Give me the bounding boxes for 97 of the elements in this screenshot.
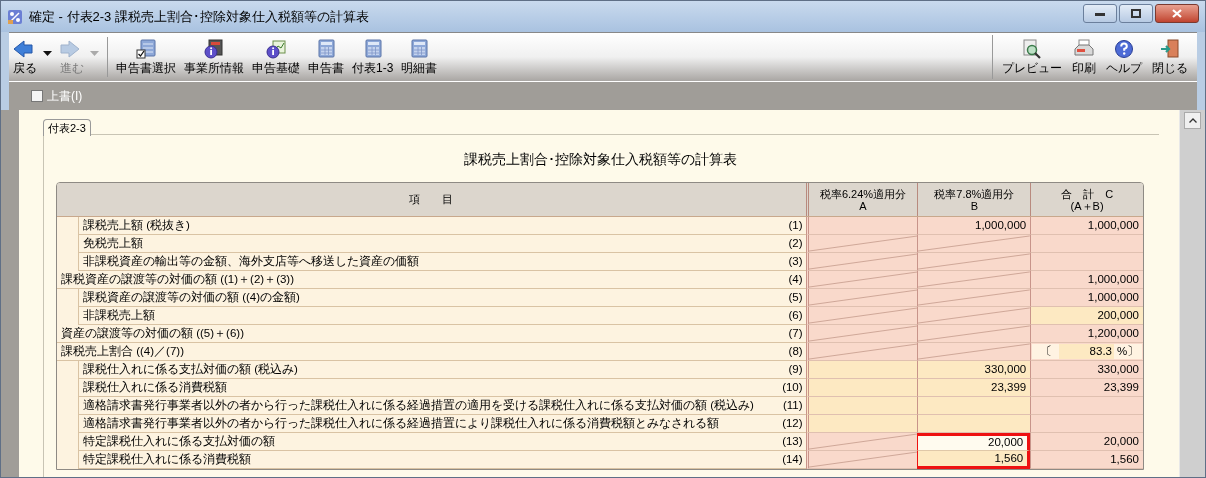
dropdown-caret-icon	[90, 50, 99, 56]
row-number: (5)	[775, 289, 806, 307]
amount-field[interactable]: 330,000	[917, 361, 1031, 379]
toolbar-button[interactable]: 閉じる	[1147, 33, 1193, 81]
info-chart-icon	[266, 39, 286, 59]
row-label: 課税資産の譲渡等の対価の額 ((4)の金額)	[79, 289, 776, 307]
row-number: (14)	[775, 451, 806, 469]
toolbar-button[interactable]: 事業所情報	[180, 33, 248, 81]
row-label: 課税売上割合 ((4)／(7))	[57, 343, 776, 361]
row-number: (2)	[775, 235, 806, 253]
total-cell: 1,000,000	[1030, 217, 1143, 235]
minimize-button[interactable]	[1083, 4, 1117, 23]
toolbar-button[interactable]: 印刷	[1067, 33, 1101, 81]
amount-field[interactable]: 200,000	[1030, 307, 1143, 325]
maximize-button[interactable]	[1119, 4, 1153, 23]
total-cell: 330,000	[1030, 361, 1143, 379]
amount-field[interactable]	[805, 361, 918, 379]
amount-field[interactable]: 23,399	[917, 379, 1031, 397]
printer-icon	[1074, 39, 1094, 59]
toolbar-button[interactable]: 申告書	[304, 33, 348, 81]
amount-field[interactable]	[805, 379, 918, 397]
total-cell: 23,399	[1030, 379, 1143, 397]
row-number: (4)	[775, 271, 806, 289]
total-cell: 1,000,000	[917, 217, 1031, 235]
amount-field[interactable]	[917, 415, 1031, 433]
toolbar-button[interactable]: 申告書選択	[112, 33, 180, 81]
row-number: (11)	[775, 397, 806, 415]
indent-margin	[57, 361, 79, 379]
row-label: 課税売上額 (税抜き)	[79, 217, 776, 235]
exit-door-icon	[1160, 39, 1180, 59]
bracket: 〔	[1032, 344, 1060, 359]
row-label: 適格請求書発行事業者以外の者から行った課税仕入れに係る経過措置の適用を受ける課税仕入れに係る支払対価の額 (税込み)	[79, 397, 776, 415]
total-cell: 1,560	[1030, 451, 1143, 469]
dropdown-caret-icon	[43, 50, 52, 56]
help-icon	[1114, 39, 1134, 59]
total-cell: 1,000,000	[1030, 271, 1143, 289]
calculator-sheet-icon	[362, 39, 383, 59]
minimize-icon	[1095, 11, 1105, 16]
column-header: 税率7.8%適用分 B	[917, 183, 1031, 216]
toolbar-button[interactable]: プレビュー	[997, 33, 1067, 81]
checkbox-label: 上書(I)	[47, 88, 83, 105]
toolbar-button[interactable]: 付表1-3	[348, 33, 398, 81]
row-label: 特定課税仕入れに係る支払対価の額	[79, 433, 776, 451]
row-number: (6)	[775, 307, 806, 325]
ratio-field[interactable]: 83.3	[1059, 344, 1114, 359]
amount-field[interactable]	[805, 397, 918, 415]
row-label: 適格請求書発行事業者以外の者から行った課税仕入れに係る経過措置により課税仕入れに係る消費税額とみなされる額	[79, 415, 776, 433]
row-label: 非課税資産の輸出等の金額、海外支店等へ移送した資産の価額	[79, 253, 776, 271]
row-number: (8)	[775, 343, 806, 361]
indent-margin	[57, 289, 79, 307]
total-cell: 1,200,000	[1030, 325, 1143, 343]
column-header: 項 目	[408, 192, 455, 208]
indent-margin	[57, 451, 79, 469]
row-number: (10)	[775, 379, 806, 397]
row-number: (12)	[775, 415, 806, 433]
caret-icon	[1188, 118, 1197, 123]
amount-field[interactable]: 20,000	[917, 433, 1031, 451]
column-header: 合 計 C (A＋B)	[1030, 183, 1143, 216]
row-label: 資産の譲渡等の対価の額 ((5)＋(6))	[57, 325, 776, 343]
amount-field[interactable]: 1,560	[917, 451, 1031, 469]
window-title: 確定 - 付表2-3 課税売上割合･控除対象仕入税額等の計算表	[29, 7, 369, 26]
row-number: (9)	[775, 361, 806, 379]
percent-label: %〕	[1114, 344, 1142, 359]
checkbox[interactable]	[31, 90, 43, 102]
maximize-icon	[1131, 9, 1141, 18]
row-number: (1)	[775, 217, 806, 235]
close-button[interactable]	[1155, 4, 1199, 23]
row-label: 免税売上額	[79, 235, 776, 253]
close-icon	[1172, 9, 1182, 18]
checked-sheet-icon	[136, 39, 156, 59]
toolbar-button[interactable]: 戻る	[9, 33, 56, 81]
row-number: (13)	[775, 433, 806, 451]
back-arrow-icon	[13, 40, 33, 58]
row-label: 特定課税仕入れに係る消費税額	[79, 451, 776, 469]
toolbar-button[interactable]: 明細書	[397, 33, 442, 81]
preview-icon	[1022, 39, 1042, 59]
info-building-icon	[204, 39, 224, 59]
forward-arrow-icon	[60, 40, 80, 58]
row-number: (7)	[775, 325, 806, 343]
total-cell: 1,000,000	[1030, 289, 1143, 307]
toolbar-button[interactable]: 申告基礎	[248, 33, 304, 81]
row-label: 課税仕入れに係る支払対価の額 (税込み)	[79, 361, 776, 379]
row-label: 課税仕入れに係る消費税額	[79, 379, 776, 397]
row-label: 非課税売上額	[79, 307, 776, 325]
total-cell: 20,000	[1030, 433, 1143, 451]
amount-field[interactable]	[805, 415, 918, 433]
app-icon	[7, 8, 23, 25]
form-title: 課税売上割合･控除対象仕入税額等の計算表	[463, 150, 738, 169]
toolbar-button[interactable]: ヘルプ	[1101, 33, 1147, 81]
calculator-sheet-icon	[409, 39, 430, 59]
scroll-up-button[interactable]	[1184, 112, 1201, 129]
calculator-sheet-icon	[316, 39, 336, 59]
tab[interactable]: 付表2-3	[43, 119, 91, 136]
row-number: (3)	[775, 253, 806, 271]
indent-margin	[57, 217, 79, 235]
row-label: 課税資産の譲渡等の対価の額 ((1)＋(2)＋(3))	[57, 271, 776, 289]
amount-field[interactable]	[917, 397, 1031, 415]
